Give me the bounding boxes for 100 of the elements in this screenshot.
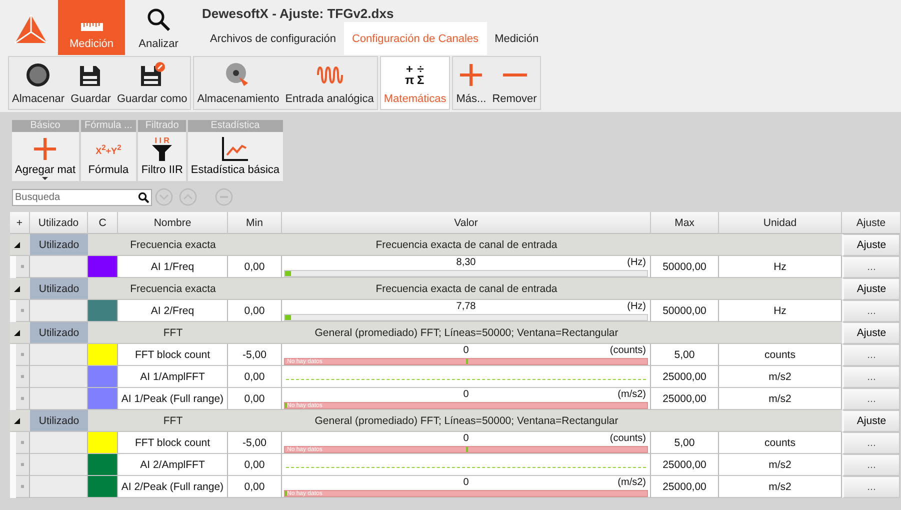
unit-label: (counts) [610, 345, 646, 357]
toolbar-button[interactable]: Almacenar [9, 57, 68, 109]
color-swatch[interactable] [88, 388, 118, 410]
channel-name: AI 1/Freq [118, 256, 228, 278]
table-cell: 0,00 [228, 476, 282, 498]
math-button[interactable]: Estadística básica [188, 132, 283, 181]
toolbar-button[interactable]: Más... [453, 57, 490, 109]
more-button[interactable]: ... [842, 256, 900, 278]
more-button[interactable]: ... [842, 454, 900, 476]
column-header: C [88, 212, 118, 234]
more-button[interactable]: ... [842, 476, 900, 498]
math-button[interactable]: X$^{2}$+Y$^{2}$ Fórmula [80, 132, 136, 181]
table-cell: 5,00 [651, 432, 719, 454]
row-handle-icon [21, 265, 24, 268]
toolbar-button[interactable]: Guardar [68, 57, 114, 109]
value-reading: 7,78 [456, 301, 476, 313]
column-header: Nombre [118, 212, 228, 234]
channel-name: AI 2/Freq [118, 300, 228, 322]
expanded-icon[interactable] [14, 418, 20, 424]
math-button[interactable]: Agregar mat [12, 132, 79, 181]
table-cell: 50000,00 [651, 300, 719, 322]
color-swatch[interactable] [88, 454, 118, 476]
unit-label: (Hz) [627, 301, 646, 313]
table-cell: 50000,00 [651, 256, 719, 278]
more-button[interactable]: ... [842, 388, 900, 410]
group-description: Frecuencia exacta de canal de entrada [282, 234, 651, 256]
table-cell: 0,00 [228, 454, 282, 476]
category-header: Básico [12, 120, 79, 132]
color-swatch[interactable] [88, 366, 118, 388]
settings-button[interactable]: Ajuste [842, 410, 900, 432]
table-cell: m/s2 [719, 388, 842, 410]
record-icon [26, 63, 50, 87]
value-reading: 0 [463, 477, 469, 489]
expanded-icon[interactable] [14, 330, 20, 336]
settings-button[interactable]: Ajuste [842, 278, 900, 300]
math-button[interactable]: I I R Filtro IIR [138, 132, 186, 181]
toolbar-button[interactable]: Almacenamiento [194, 57, 282, 109]
minus-icon [502, 73, 526, 77]
channel-name: FFT block count [118, 344, 228, 366]
more-button[interactable]: ... [842, 366, 900, 388]
search-field[interactable]: Busqueda [12, 188, 152, 206]
table-cell: 0,00 [228, 300, 282, 322]
expanded-icon[interactable] [14, 242, 20, 248]
tab[interactable]: Archivos de configuración [202, 22, 344, 55]
unit-label: (m/s2) [618, 389, 646, 401]
table-cell [88, 410, 118, 432]
formula-icon: X$^{2}$+Y$^{2}$ [96, 142, 122, 156]
column-header: Min [228, 212, 282, 234]
row-handle-icon [21, 397, 24, 400]
settings-button[interactable]: Ajuste [842, 322, 900, 344]
table-cell: counts [719, 344, 842, 366]
line-chart-icon [221, 136, 250, 162]
toolbar-button[interactable]: + ÷ π Σ Matemáticas [380, 57, 450, 109]
row-handle-icon [21, 353, 24, 356]
row-handle-icon [21, 375, 24, 378]
toolbar-button[interactable]: Guardar como [114, 57, 190, 109]
plus-icon [459, 63, 484, 87]
tab[interactable]: Medición [486, 22, 547, 55]
color-swatch[interactable] [88, 300, 118, 322]
mode-button[interactable]: Analizar [125, 0, 192, 55]
unit-label: (m/s2) [618, 477, 646, 489]
toolbar-button[interactable]: Remover [489, 57, 540, 109]
unit-label: (counts) [610, 433, 646, 445]
math-symbols-icon: + ÷ π Σ [404, 64, 426, 86]
more-button[interactable]: ... [842, 432, 900, 454]
row-handle-icon [21, 485, 24, 488]
table-cell: m/s2 [719, 366, 842, 388]
value-reading: 0 [463, 345, 469, 357]
column-header: Utilizado [30, 212, 88, 234]
channel-name: AI 2/Peak (Full range) [118, 476, 228, 498]
search-icon [146, 8, 170, 32]
color-swatch[interactable] [88, 432, 118, 454]
more-button[interactable]: ... [842, 300, 900, 322]
table-cell: 5,00 [651, 344, 719, 366]
group-name: Frecuencia exacta [118, 278, 228, 300]
table-cell: counts [719, 432, 842, 454]
color-swatch[interactable] [88, 476, 118, 498]
channel-name: AI 2/AmplFFT [118, 454, 228, 476]
table-cell: 0,00 [228, 366, 282, 388]
table-cell: Hz [719, 256, 842, 278]
toolbar-button[interactable]: Entrada analógica [282, 57, 377, 109]
row-handle-icon [21, 463, 24, 466]
table-cell: 25000,00 [651, 388, 719, 410]
group-description: General (promediado) FFT; Líneas=50000; Ventana=Rectangular [282, 410, 651, 432]
channel-name: AI 1/AmplFFT [118, 366, 228, 388]
color-swatch[interactable] [88, 344, 118, 366]
color-swatch[interactable] [88, 256, 118, 278]
column-header[interactable]: Ajuste [842, 212, 900, 234]
settings-button[interactable]: Ajuste [842, 234, 900, 256]
expanded-icon[interactable] [14, 286, 20, 292]
category-header: Filtrado [138, 120, 186, 132]
group-description: General (promediado) FFT; Líneas=50000; Ventana=Rectangular [282, 322, 651, 344]
used-cell: Utilizado [30, 278, 88, 300]
category-header: Fórmula ... [80, 120, 136, 132]
more-button[interactable]: ... [842, 344, 900, 366]
table-cell: m/s2 [719, 454, 842, 476]
pyramid-logo [14, 14, 48, 44]
table-cell [88, 322, 118, 344]
table-cell [88, 234, 118, 256]
row-handle-icon [21, 309, 24, 312]
